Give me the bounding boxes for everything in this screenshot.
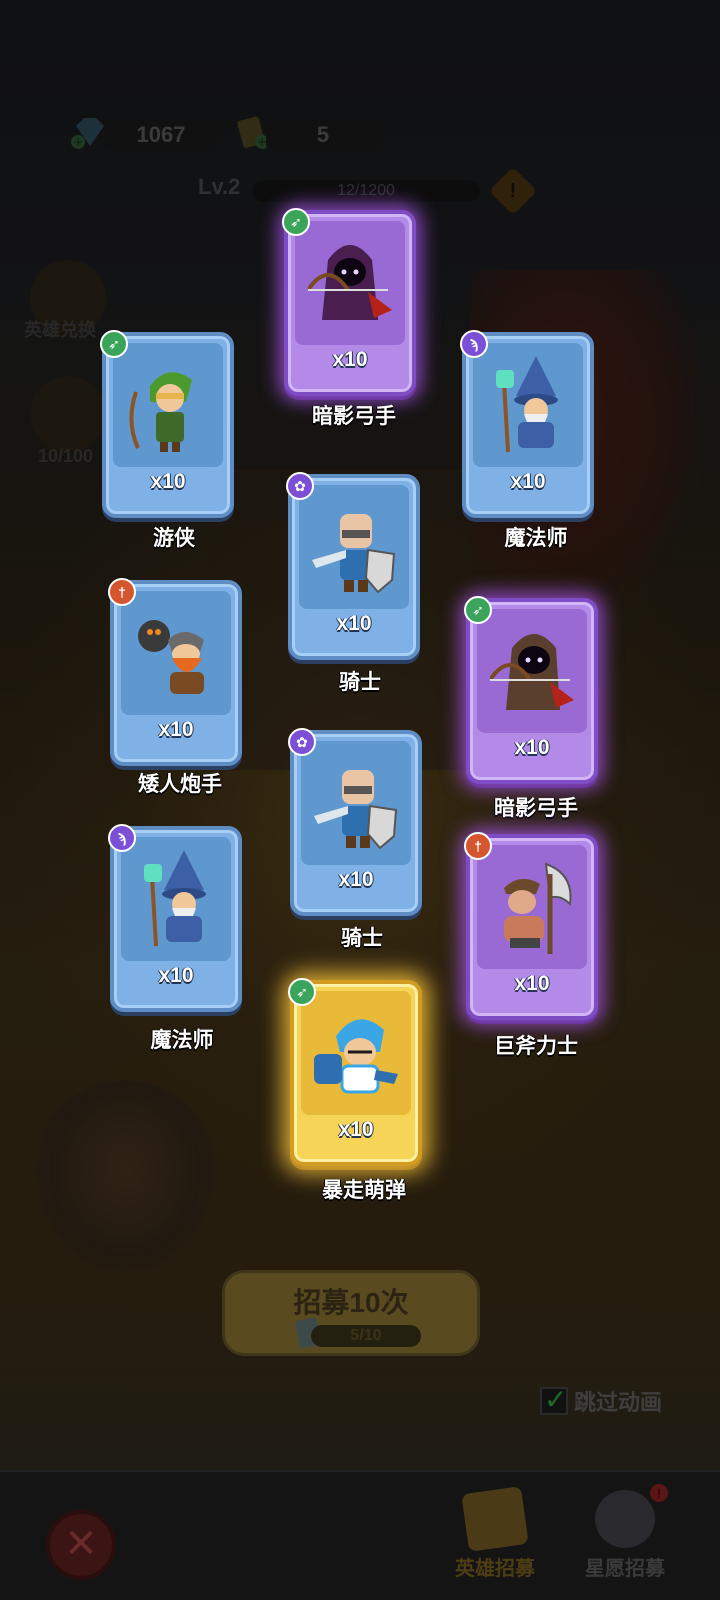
hero-card[interactable]: ➶ x10 [100,330,234,518]
shadow-archer-art [490,634,574,710]
bow-icon: ➶ [464,596,492,624]
staff-icon: ϡ [108,824,136,852]
hero-name: 魔法师 [504,527,568,550]
card-count: x10 [338,868,374,891]
bow-icon: ➶ [288,978,316,1006]
hero-name: 魔法师 [150,1029,214,1052]
card-count: x10 [158,964,194,987]
card-count: x10 [514,736,550,759]
card-count: x10 [510,470,546,493]
hero-card[interactable]: ϡ x10 [460,330,594,518]
knight-art [312,514,396,594]
sword-icon: † [464,832,492,860]
card-count: x10 [336,612,372,635]
hero-name: 矮人炮手 [138,773,222,796]
paw-icon: ✿ [286,472,314,500]
hero-name: 暗影弓手 [312,405,396,428]
hero-card[interactable]: ➶ x10 [464,596,598,784]
hero-card[interactable]: † x10 [464,832,598,1020]
bow-icon: ➶ [100,330,128,358]
close-icon[interactable]: ✕ [46,1510,116,1580]
card-count: x10 [338,1118,374,1141]
axe-brute-art [504,862,572,954]
paw-icon: ✿ [288,728,316,756]
star-recruit-icon [595,1490,655,1548]
card-count: x10 [158,718,194,741]
staff-icon: ϡ [460,330,488,358]
hero-card[interactable]: ✿ x10 [286,472,420,660]
mage-art [496,356,558,453]
hero-name: 暴走萌弹 [322,1179,406,1202]
hero-name: 骑士 [341,927,383,950]
hero-name: 巨斧力士 [494,1035,578,1058]
hero-name: 游侠 [153,527,195,550]
ranger-art [129,372,192,452]
hero-name: 骑士 [339,671,381,694]
recruit-ten-label: 招募10次 [293,1287,409,1318]
card-count: x10 [150,470,186,493]
sword-icon: † [108,578,136,606]
mage-art [144,850,206,947]
checkbox-icon[interactable] [540,1383,568,1416]
notification-badge: ! [650,1484,668,1502]
skip-animation-toggle[interactable]: 跳过动画 [540,1383,663,1417]
tab-hero-recruit[interactable]: 英雄招募 [440,1480,550,1590]
recruit-ten-button[interactable]: 招募10次 5/10 [222,1270,480,1356]
hero-card[interactable]: ✿ x10 [288,728,422,916]
hero-card[interactable]: ➶ x10 [288,978,422,1166]
hero-recruit-icon [461,1486,529,1552]
recruit-progress: 5/10 [311,1325,421,1347]
hero-card[interactable]: ➶ x10 [282,208,416,396]
hero-card[interactable]: † x10 [108,578,242,766]
rampage-bomber-art [314,1019,398,1094]
knight-art [314,770,398,850]
tab-star-recruit-label: 星愿招募 [585,1558,665,1580]
hero-name: 暗影弓手 [494,797,578,820]
tab-hero-recruit-label: 英雄招募 [455,1558,535,1580]
card-count: x10 [514,972,550,995]
hero-card[interactable]: ϡ x10 [108,824,242,1012]
dwarf-gunner-art [138,620,204,694]
bow-icon: ➶ [282,208,310,236]
skip-animation-label: 跳过动画 [574,1390,663,1415]
card-count: x10 [332,348,368,371]
shadow-archer-art [308,245,392,320]
